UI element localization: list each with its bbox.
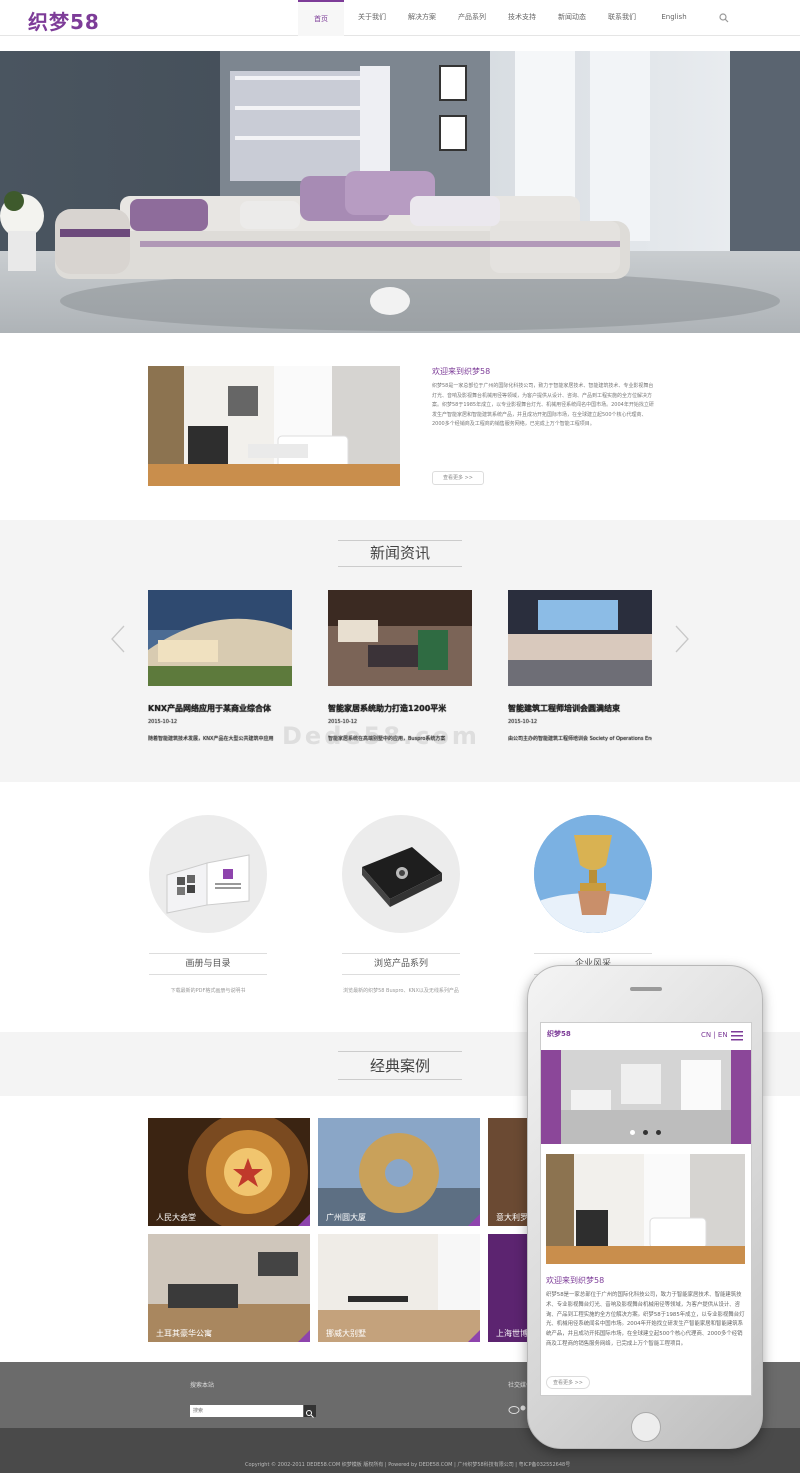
search-icon[interactable]	[719, 13, 729, 23]
nav-support[interactable]: 技术支持	[500, 0, 544, 36]
site-header: 织梦58 首页 关于我们 解决方案 产品系列 技术支持 新闻动态 联系我们 En…	[0, 0, 800, 36]
carousel-dot[interactable]	[643, 1130, 648, 1135]
case-label: 挪威大别墅	[326, 1329, 366, 1338]
mobile-welcome-image	[546, 1154, 745, 1264]
mobile-screen: 织梦58 CN | EN 欢迎来到织梦58 织梦58是一家总部位于广州的国际化科…	[540, 1022, 752, 1396]
case-corner-arrow-icon[interactable]	[468, 1214, 480, 1226]
case-card[interactable]: 土耳其豪华公寓	[148, 1234, 310, 1342]
product-box-icon[interactable]	[342, 815, 460, 933]
case-corner-arrow-icon[interactable]	[298, 1214, 310, 1226]
mobile-welcome-text: 织梦58是一家总部位于广州的国际化科技公司，致力于智能家居技术、智能建筑技术、专…	[546, 1292, 745, 1347]
news-item-date: 2015-10-12	[148, 719, 178, 725]
welcome-image	[148, 366, 400, 486]
nav-solutions[interactable]: 解决方案	[400, 0, 444, 36]
carousel-dot[interactable]	[630, 1130, 635, 1135]
feature-title[interactable]: 画册与目录	[149, 953, 267, 975]
news-item-summary: 由公司主办的智能建筑工程师培训会 Society of Operations E…	[508, 736, 652, 742]
case-corner-arrow-icon[interactable]	[298, 1330, 310, 1342]
footer-search-input[interactable]	[190, 1405, 303, 1417]
case-card[interactable]: 广州圆大厦	[318, 1118, 480, 1226]
news-title-line-bottom	[338, 566, 462, 567]
feature-title[interactable]: 浏览产品系列	[342, 953, 460, 975]
cases-section-title: 经典案例	[369, 1057, 430, 1075]
case-label: 人民大会堂	[156, 1213, 196, 1222]
nav-english[interactable]: English	[650, 0, 698, 36]
footer-search-button[interactable]	[304, 1405, 316, 1418]
news-image[interactable]	[148, 590, 292, 686]
mobile-banner	[541, 1050, 751, 1144]
nav-news[interactable]: 新闻动态	[550, 0, 594, 36]
copyright-text: Copyright © 2002-2011 DEDE58.COM 织梦模板 版权…	[245, 1462, 571, 1468]
feature-desc: 浏览最新的织梦58 Buspro、KNX以及无线系列产品	[343, 988, 459, 994]
news-image[interactable]	[508, 590, 652, 686]
news-image[interactable]	[328, 590, 472, 686]
case-label: 土耳其豪华公寓	[156, 1329, 212, 1338]
feature-desc: 下载最新的PDF格式画册与说明书	[170, 988, 246, 994]
site-logo[interactable]: 织梦58	[28, 6, 100, 35]
case-corner-arrow-icon[interactable]	[468, 1330, 480, 1342]
prev-arrow-icon[interactable]	[110, 624, 126, 654]
welcome-more-button[interactable]: 查看更多 >>	[432, 471, 484, 485]
trophy-icon[interactable]	[534, 815, 652, 933]
nav-contact[interactable]: 联系我们	[600, 0, 644, 36]
footer-social-label: 社交媒体	[508, 1382, 528, 1389]
news-item-summary: 随着智能建筑技术发展，KNX产品在大型公共建筑中应用	[148, 736, 274, 742]
phone-speaker	[630, 987, 662, 991]
next-arrow-icon[interactable]	[674, 624, 690, 654]
mobile-logo[interactable]: 织梦58	[547, 1029, 571, 1039]
hero-banner	[0, 51, 800, 333]
news-section-title: 新闻资讯	[369, 544, 430, 562]
carousel-dot[interactable]	[656, 1130, 661, 1135]
search-icon	[306, 1410, 314, 1418]
cases-title-line-top	[338, 1051, 462, 1052]
menu-icon[interactable]	[731, 1031, 743, 1041]
cases-title-line-bottom	[338, 1079, 462, 1080]
welcome-title: 欢迎来到织梦58	[432, 367, 491, 376]
watermark: Dede58.com	[282, 722, 480, 750]
weibo-icon[interactable]	[508, 1404, 526, 1414]
case-card[interactable]: 挪威大别墅	[318, 1234, 480, 1342]
news-title-line-top	[338, 540, 462, 541]
nav-about[interactable]: 关于我们	[350, 0, 394, 36]
news-item-title[interactable]: 智能家居系统助力打造1200平米	[328, 703, 474, 714]
mobile-welcome-title: 欢迎来到织梦58	[546, 1276, 605, 1285]
case-label: 广州圆大厦	[326, 1213, 366, 1222]
welcome-text: 织梦58是一家总部位于广州的国际化科技公司，致力于智能家居技术、智能建筑技术、专…	[432, 383, 654, 427]
footer-search-label: 搜索本站	[190, 1382, 215, 1389]
news-item-title[interactable]: KNX产品网络应用于某商业综合体	[148, 703, 294, 714]
news-item-date: 2015-10-12	[508, 719, 538, 725]
nav-products[interactable]: 产品系列	[450, 0, 494, 36]
nav-home[interactable]: 首页	[298, 0, 344, 36]
brochure-icon[interactable]	[149, 815, 267, 933]
phone-home-button	[631, 1412, 661, 1442]
mobile-more-button[interactable]: 查看更多 >>	[546, 1376, 590, 1389]
mobile-language-switch[interactable]: CN | EN	[701, 1031, 728, 1039]
case-card[interactable]: 人民大会堂	[148, 1118, 310, 1226]
news-item-title[interactable]: 智能建筑工程师培训会圆满结束	[508, 703, 654, 714]
living-room-photo	[0, 51, 800, 333]
